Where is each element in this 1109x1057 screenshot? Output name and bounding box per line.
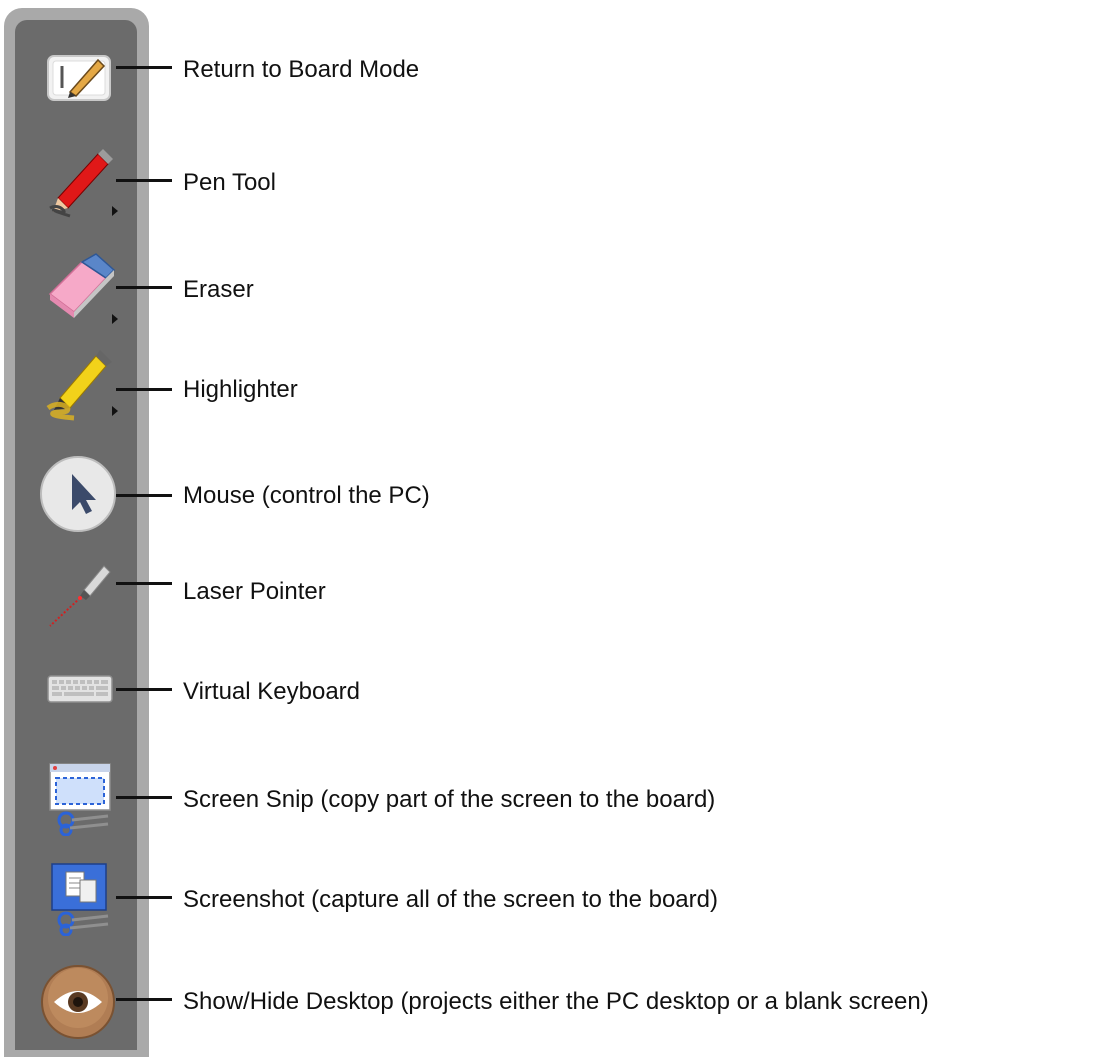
callout-line — [116, 66, 172, 69]
label-board-mode: Return to Board Mode — [183, 56, 420, 83]
laser-pointer-icon — [49, 565, 111, 627]
callout-line — [116, 388, 172, 391]
mouse-button[interactable] — [38, 454, 118, 534]
callout-line — [116, 688, 172, 691]
eraser-button[interactable] — [40, 250, 120, 330]
screen-snip-button[interactable] — [40, 756, 120, 836]
highlighter-button[interactable] — [40, 346, 120, 426]
pen-button[interactable] — [40, 146, 120, 226]
mouse-pointer-icon — [40, 456, 116, 532]
callout-line — [116, 796, 172, 799]
keyboard-icon — [47, 675, 113, 703]
callout-line — [116, 179, 172, 182]
label-laser: Laser Pointer — [183, 578, 326, 605]
label-desktop: Show/Hide Desktop (projects either the P… — [183, 988, 929, 1015]
label-keyboard: Virtual Keyboard — [183, 678, 360, 705]
callout-line — [116, 998, 172, 1001]
callout-line — [116, 896, 172, 899]
laser-pointer-button[interactable] — [40, 552, 120, 632]
label-eraser: Eraser — [183, 276, 254, 303]
label-highlighter: Highlighter — [183, 376, 298, 403]
board-mode-button[interactable] — [40, 36, 120, 116]
screenshot-icon — [51, 863, 109, 936]
pen-icon — [49, 149, 118, 218]
screen-snip-icon — [49, 763, 111, 836]
label-screen-snip: Screen Snip (copy part of the screen to … — [183, 786, 716, 813]
label-screenshot: Screenshot (capture all of the screen to… — [183, 886, 718, 913]
callout-line — [116, 582, 172, 585]
board-mode-icon — [47, 55, 111, 101]
screenshot-button[interactable] — [40, 856, 120, 936]
show-hide-desktop-button[interactable] — [38, 962, 118, 1042]
virtual-keyboard-button[interactable] — [40, 650, 120, 730]
callout-line — [116, 286, 172, 289]
highlighter-icon — [46, 350, 118, 421]
eraser-icon — [48, 253, 118, 324]
label-pen: Pen Tool — [183, 169, 276, 196]
eye-icon — [41, 965, 115, 1039]
callout-line — [116, 494, 172, 497]
label-mouse: Mouse (control the PC) — [183, 482, 430, 509]
